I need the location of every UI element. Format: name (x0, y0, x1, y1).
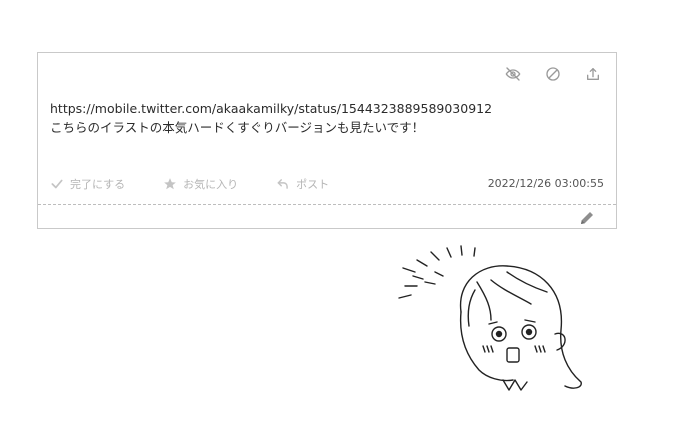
post-label: ポスト (296, 178, 330, 191)
check-icon (51, 179, 63, 189)
action-bar: 完了にする お気に入り ポスト (50, 176, 329, 192)
block-icon[interactable] (544, 65, 562, 83)
favorite-label: お気に入り (183, 178, 239, 191)
reply-icon (277, 179, 288, 189)
message-card: https://mobile.twitter.com/akaakamilky/s… (37, 52, 617, 229)
share-icon[interactable] (584, 65, 602, 83)
surprised-girl-illustration (398, 245, 582, 391)
eye-off-icon[interactable] (504, 65, 522, 83)
dashed-divider (38, 204, 616, 205)
pencil-icon[interactable] (578, 209, 596, 227)
star-icon (164, 178, 176, 190)
complete-button[interactable]: 完了にする (50, 176, 125, 192)
post-button[interactable]: ポスト (276, 176, 329, 192)
message-text: https://mobile.twitter.com/akaakamilky/s… (50, 99, 604, 137)
message-body: こちらのイラストの本気ハードくすぐりバージョンも見たいです！ (50, 120, 425, 135)
card-toolbar (504, 65, 602, 83)
timestamp: 2022/12/26 03:00:55 (487, 177, 604, 190)
favorite-button[interactable]: お気に入り (163, 176, 238, 192)
complete-label: 完了にする (70, 178, 126, 191)
message-link[interactable]: https://mobile.twitter.com/akaakamilky/s… (50, 99, 604, 118)
